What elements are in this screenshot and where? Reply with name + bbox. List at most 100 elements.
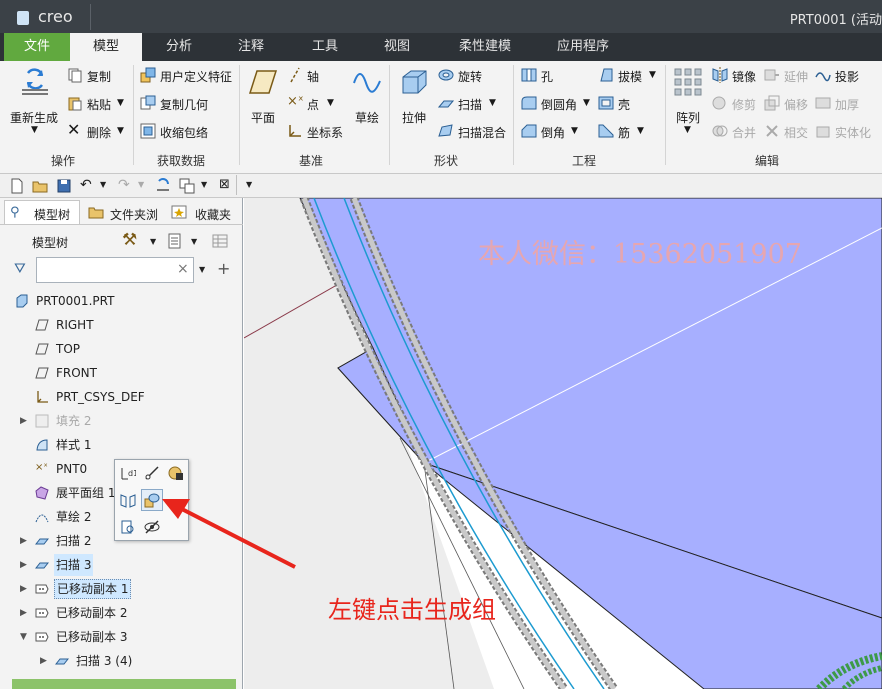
sketch-button[interactable]: 草绘 <box>355 109 379 126</box>
folder-browser-icon[interactable] <box>88 204 104 220</box>
mirror-button[interactable]: 镜像 <box>732 68 756 85</box>
collapse-arrow-icon[interactable]: ▼ <box>20 626 27 648</box>
edit-definition-icon[interactable] <box>144 465 160 481</box>
axis-button[interactable]: 轴 <box>307 68 319 85</box>
mirror-feature-icon[interactable] <box>120 492 136 508</box>
edit-dimensions-icon[interactable]: d1 <box>120 465 136 481</box>
tree-item-style[interactable]: 样式 1 <box>0 434 243 456</box>
revolve-button[interactable]: 旋转 <box>458 68 482 85</box>
chamfer-button[interactable]: 倒角 <box>541 124 565 141</box>
tree-settings-icon[interactable]: ⚒ <box>122 230 137 250</box>
tab-model[interactable]: 模型 <box>70 33 142 61</box>
tab-favorites[interactable]: 收藏夹 <box>195 206 231 223</box>
tree-item-sweep-child[interactable]: ▶ 扫描 3 (4) <box>0 650 243 672</box>
tree-item-datum-plane[interactable]: RIGHT <box>0 314 243 336</box>
udf-button[interactable]: 用户定义特征 <box>160 68 232 85</box>
hide-icon[interactable] <box>144 519 160 535</box>
group-title-get-data[interactable]: 获取数据 <box>157 152 205 169</box>
regenerate-small-icon[interactable] <box>155 178 171 194</box>
tree-search-input[interactable] <box>36 257 194 283</box>
round-dropdown-icon[interactable]: ▼ <box>583 98 590 108</box>
tab-folder-browser[interactable]: 文件夹浏 <box>110 206 158 223</box>
open-folder-icon[interactable] <box>32 178 48 194</box>
undo-icon[interactable]: ↶ <box>80 177 92 193</box>
tab-flexible-modeling[interactable]: 柔性建模 <box>450 33 520 61</box>
tree-item-moved-copy[interactable]: ▼ 已移动副本 3 <box>0 626 243 648</box>
tree-settings-dropdown-icon[interactable]: ▼ <box>150 237 156 246</box>
tree-columns-icon[interactable] <box>212 233 228 249</box>
group-title-operations[interactable]: 操作 <box>51 152 75 169</box>
csys-button[interactable]: 坐标系 <box>307 124 343 141</box>
point-dropdown-icon[interactable]: ▼ <box>327 98 334 108</box>
tree-item-moved-copy[interactable]: ▶ 已移动副本 1 <box>0 578 243 600</box>
group-title-engineering[interactable]: 工程 <box>572 152 596 169</box>
intersect-button[interactable]: 相交 <box>784 124 808 141</box>
regenerate-button[interactable]: 重新生成 <box>10 109 58 126</box>
group-title-datum[interactable]: 基准 <box>299 152 323 169</box>
hole-button[interactable]: 孔 <box>541 68 553 85</box>
tab-file[interactable]: 文件 <box>4 33 70 61</box>
filter-icon[interactable]: ⛛ <box>14 261 26 277</box>
expand-arrow-icon[interactable]: ▶ <box>20 530 27 552</box>
group-title-shapes[interactable]: 形状 <box>434 152 458 169</box>
extend-button[interactable]: 延伸 <box>784 68 808 85</box>
rib-button[interactable]: 筋 <box>618 124 630 141</box>
show-dropdown-icon[interactable]: ▼ <box>191 237 197 246</box>
tree-item-moved-copy[interactable]: ▶ 已移动副本 2 <box>0 602 243 624</box>
paste-dropdown-icon[interactable]: ▼ <box>117 98 124 108</box>
chamfer-dropdown-icon[interactable]: ▼ <box>571 126 578 136</box>
tree-item-datum-plane[interactable]: FRONT <box>0 362 243 384</box>
sweep-button[interactable]: 扫描 <box>458 96 482 113</box>
copy-geometry-button[interactable]: 复制几何 <box>160 96 208 113</box>
search-dropdown-icon[interactable]: ▼ <box>199 265 205 274</box>
extrude-button[interactable]: 拉伸 <box>402 109 426 126</box>
tab-analysis[interactable]: 分析 <box>150 33 208 61</box>
expand-arrow-icon[interactable]: ▶ <box>20 554 27 576</box>
clear-search-icon[interactable]: × <box>177 261 189 277</box>
expand-arrow-icon[interactable]: ▶ <box>40 650 47 672</box>
shell-button[interactable]: 壳 <box>618 96 630 113</box>
expand-arrow-icon[interactable]: ▶ <box>20 578 27 600</box>
plane-button[interactable]: 平面 <box>251 109 275 126</box>
copy-button[interactable]: 复制 <box>87 68 111 85</box>
shrinkwrap-button[interactable]: 收缩包络 <box>160 124 208 141</box>
tree-item-datum-plane[interactable]: TOP <box>0 338 243 360</box>
draft-button[interactable]: 拔模 <box>618 68 642 85</box>
solidify-button[interactable]: 实体化 <box>835 124 871 141</box>
appearance-icon[interactable] <box>168 465 184 481</box>
trim-button[interactable]: 修剪 <box>732 96 756 113</box>
sweep-dropdown-icon[interactable]: ▼ <box>489 98 496 108</box>
windows-icon[interactable] <box>179 178 195 194</box>
windows-dropdown-icon[interactable]: ▼ <box>201 180 207 189</box>
project-button[interactable]: 投影 <box>835 68 859 85</box>
tab-tools[interactable]: 工具 <box>296 33 354 61</box>
tab-annotate[interactable]: 注释 <box>222 33 280 61</box>
customize-toolbar-icon[interactable]: ▼ <box>246 180 252 189</box>
expand-arrow-icon[interactable]: ▶ <box>20 410 27 432</box>
suppress-icon[interactable] <box>120 519 136 535</box>
group-title-editing[interactable]: 编辑 <box>755 152 779 169</box>
undo-dropdown-icon[interactable]: ▼ <box>100 180 106 189</box>
rib-dropdown-icon[interactable]: ▼ <box>637 126 644 136</box>
point-button[interactable]: 点 <box>307 96 319 113</box>
tree-item-fill[interactable]: ▶ 填充 2 <box>0 410 243 432</box>
insert-here-indicator[interactable] <box>12 679 236 689</box>
close-window-icon[interactable]: ⊠ <box>219 177 230 192</box>
tree-item-csys[interactable]: PRT_CSYS_DEF <box>0 386 243 408</box>
delete-button[interactable]: 删除 <box>87 124 111 141</box>
tab-applications[interactable]: 应用程序 <box>548 33 618 61</box>
redo-icon[interactable]: ↷ <box>118 177 130 193</box>
save-icon[interactable] <box>56 178 72 194</box>
show-filters-icon[interactable] <box>167 233 183 249</box>
favorites-icon[interactable] <box>171 204 187 220</box>
offset-button[interactable]: 偏移 <box>784 96 808 113</box>
expand-arrow-icon[interactable]: ▶ <box>20 602 27 624</box>
draft-dropdown-icon[interactable]: ▼ <box>649 70 656 80</box>
swept-blend-button[interactable]: 扫描混合 <box>458 124 506 141</box>
redo-dropdown-icon[interactable]: ▼ <box>138 180 144 189</box>
new-file-icon[interactable] <box>9 178 25 194</box>
paste-button[interactable]: 粘贴 <box>87 96 111 113</box>
group-icon[interactable] <box>144 492 160 508</box>
round-button[interactable]: 倒圆角 <box>541 96 577 113</box>
delete-dropdown-icon[interactable]: ▼ <box>117 126 124 136</box>
